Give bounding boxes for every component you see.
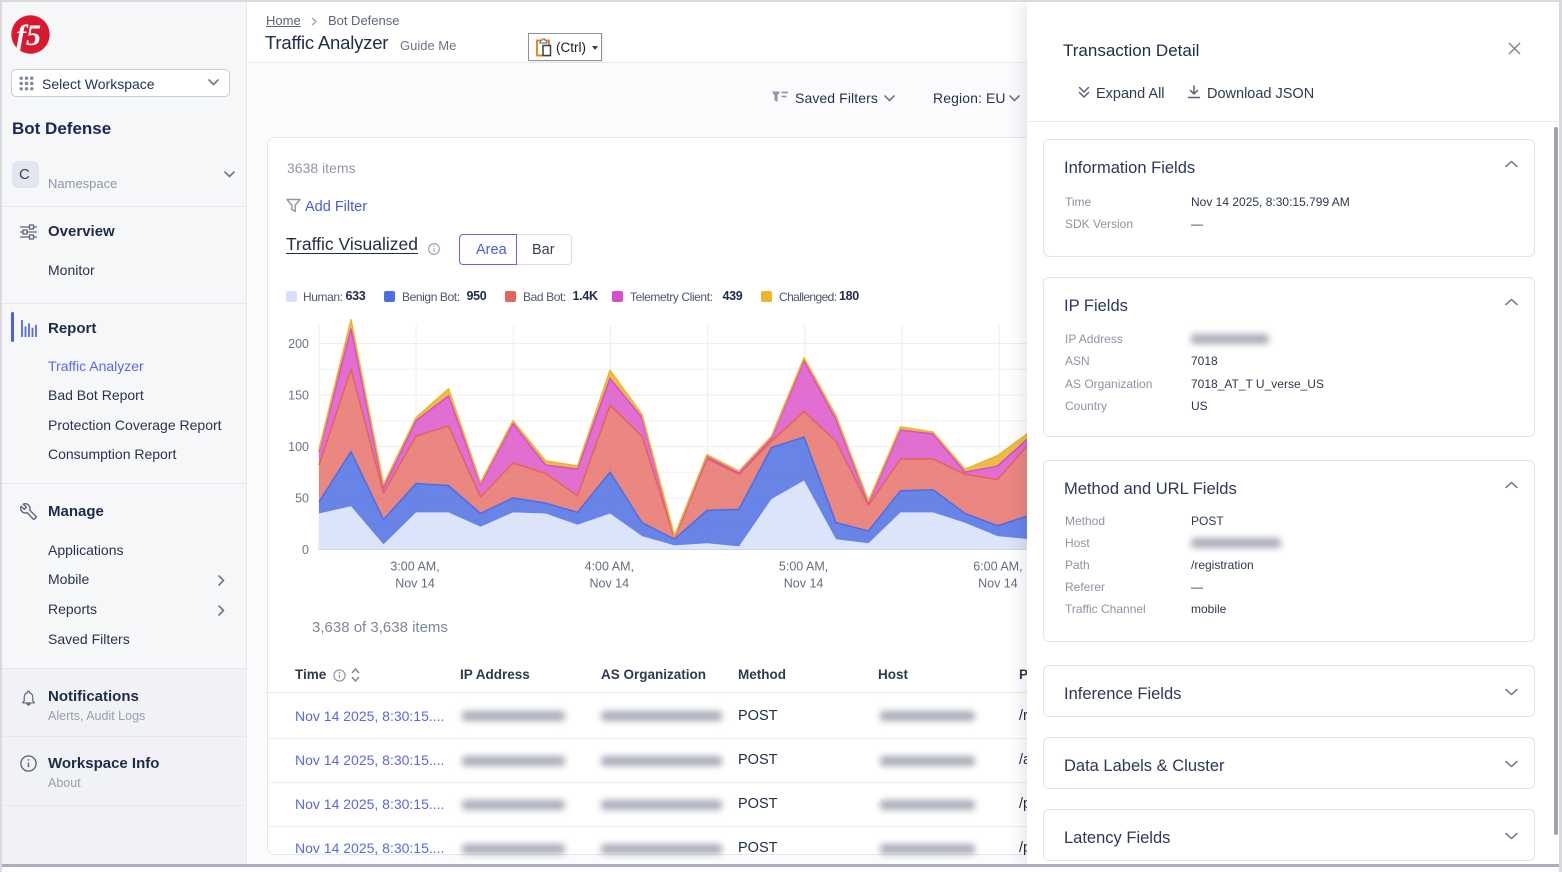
svg-text:Nov 14: Nov 14 xyxy=(395,577,435,591)
svg-text:4:00 AM,: 4:00 AM, xyxy=(585,560,634,574)
svg-text:100: 100 xyxy=(288,440,309,454)
svg-text:3:00 AM,: 3:00 AM, xyxy=(390,560,439,574)
svg-text:200: 200 xyxy=(288,337,309,351)
svg-text:0: 0 xyxy=(302,543,309,557)
svg-text:Nov 14: Nov 14 xyxy=(589,577,629,591)
svg-text:5:00 AM,: 5:00 AM, xyxy=(779,560,828,574)
svg-text:50: 50 xyxy=(295,492,309,506)
svg-text:Nov 14: Nov 14 xyxy=(978,577,1018,591)
svg-text:150: 150 xyxy=(288,389,309,403)
svg-text:f5: f5 xyxy=(16,19,41,52)
svg-text:6:00 AM,: 6:00 AM, xyxy=(973,560,1022,574)
svg-text:Nov 14: Nov 14 xyxy=(784,577,824,591)
